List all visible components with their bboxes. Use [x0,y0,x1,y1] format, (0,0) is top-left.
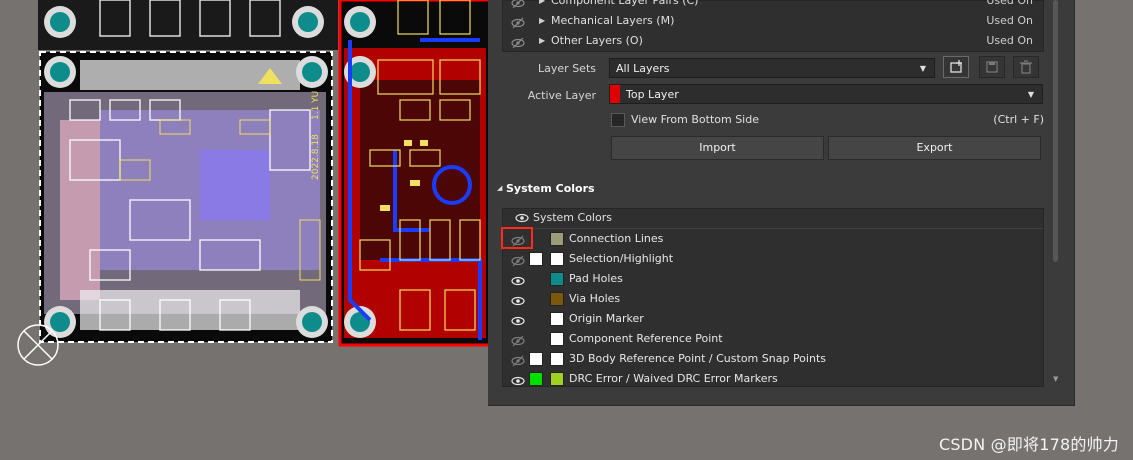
watermark-text: CSDN @即将178的帅力 [938,435,1119,454]
system-color-label: 3D Body Reference Point / Custom Snap Po… [569,352,826,365]
layer-group-status: Used On [986,34,1033,47]
view-from-bottom-checkbox[interactable] [611,113,625,127]
system-color-label: Via Holes [569,292,621,305]
svg-text:1.1 YU: 1.1 YU [311,91,321,120]
layer-group-row[interactable]: ▶ Other Layers (O) Used On [503,31,1043,51]
active-layer-label: Active Layer [527,89,596,102]
system-color-row[interactable]: Via Holes [503,289,1043,309]
eye-hidden-icon[interactable] [511,15,525,29]
system-color-row[interactable]: 3D Body Reference Point / Custom Snap Po… [503,349,1043,369]
expand-caret-icon[interactable]: ▶ [539,0,545,11]
table-header-label: System Colors [533,211,612,224]
layer-color-swatch [610,85,620,103]
scroll-down-icon[interactable]: ▼ [1053,375,1058,383]
system-color-label: Selection/Highlight [569,252,674,265]
eye-icon[interactable] [515,212,529,227]
expand-caret-icon[interactable]: ▶ [539,31,545,51]
layer-sets-select[interactable]: All Layers ▼ [609,58,935,78]
save-layer-set-button[interactable] [979,56,1005,78]
dropdown-arrow-icon: ▼ [1027,90,1034,99]
add-layer-set-icon [950,60,962,73]
layer-group-label: Other Layers (O) [551,34,643,47]
system-colors-section-title[interactable]: System Colors [506,182,595,195]
layer-groups-list: ▶ Component Layer Pairs (C) Used On ▶ Me… [502,0,1044,52]
eye-icon[interactable] [511,313,525,326]
layer-group-row[interactable]: ▶ Component Layer Pairs (C) Used On [503,0,1043,11]
delete-layer-set-button[interactable] [1013,56,1039,78]
eye-hidden-icon[interactable] [511,253,525,267]
right-board [338,0,492,347]
layer-group-label: Mechanical Layers (M) [551,14,675,27]
color-swatch[interactable] [550,252,564,266]
layer-sets-value: All Layers [616,62,670,75]
svg-text:2022.8.18: 2022.8.18 [311,134,321,180]
properties-panel: ▶ Component Layer Pairs (C) Used On ▶ Me… [488,0,1075,406]
dropdown-arrow-icon: ▼ [919,64,926,73]
layer-sets-label: Layer Sets [538,62,596,75]
panel-scrollbar[interactable] [1053,0,1058,262]
view-from-bottom-shortcut: (Ctrl + F) [993,113,1044,126]
color-swatch[interactable] [529,352,543,366]
add-layer-set-button[interactable] [943,56,969,78]
eye-hidden-icon[interactable] [511,353,525,367]
layer-group-label: Component Layer Pairs (C) [551,0,699,7]
system-color-label: DRC Error / Waived DRC Error Markers [569,372,778,385]
color-swatch[interactable] [550,272,564,286]
system-color-label: Origin Marker [569,312,644,325]
color-swatch[interactable] [550,372,564,386]
color-swatch[interactable] [550,232,564,246]
system-color-row[interactable]: Selection/Highlight [503,249,1043,269]
system-color-row[interactable]: Connection Lines [503,229,1043,249]
color-swatch[interactable] [529,252,543,266]
export-button[interactable]: Export [828,136,1041,160]
left-board: 2022.8.18 1.1 YU [17,0,338,366]
view-from-bottom-label: View From Bottom Side [631,113,759,126]
expand-caret-icon[interactable]: ▶ [539,11,545,31]
eye-icon[interactable] [511,273,525,286]
color-swatch[interactable] [550,332,564,346]
system-colors-table: System Colors Connection Lines Selection/… [502,208,1044,387]
system-color-row[interactable]: Component Reference Point [503,329,1043,349]
active-layer-select[interactable]: Top Layer ▼ [609,84,1043,104]
trash-icon [1020,60,1032,74]
active-layer-value: Top Layer [626,88,679,101]
layer-group-status: Used On [986,14,1033,27]
annotation-highlight-box [501,227,533,249]
import-button[interactable]: Import [611,136,824,160]
system-color-row[interactable]: Pad Holes [503,269,1043,289]
eye-hidden-icon[interactable] [511,0,525,9]
eye-icon[interactable] [511,293,525,306]
color-swatch[interactable] [550,312,564,326]
eye-hidden-icon[interactable] [511,35,525,49]
eye-icon[interactable] [511,373,525,386]
color-swatch[interactable] [550,292,564,306]
layer-group-status: Used On [986,0,1033,7]
layer-group-row[interactable]: ▶ Mechanical Layers (M) Used On [503,11,1043,31]
collapse-caret-icon[interactable]: ◢ [497,184,502,192]
table-header: System Colors [503,209,1043,229]
color-swatch[interactable] [550,352,564,366]
system-color-row[interactable]: DRC Error / Waived DRC Error Markers [503,369,1043,386]
eye-hidden-icon[interactable] [511,333,525,347]
system-color-label: Pad Holes [569,272,623,285]
color-swatch[interactable] [529,372,543,386]
system-color-label: Connection Lines [569,232,664,245]
save-icon [986,61,998,73]
system-color-row[interactable]: Origin Marker [503,309,1043,329]
system-color-label: Component Reference Point [569,332,723,345]
